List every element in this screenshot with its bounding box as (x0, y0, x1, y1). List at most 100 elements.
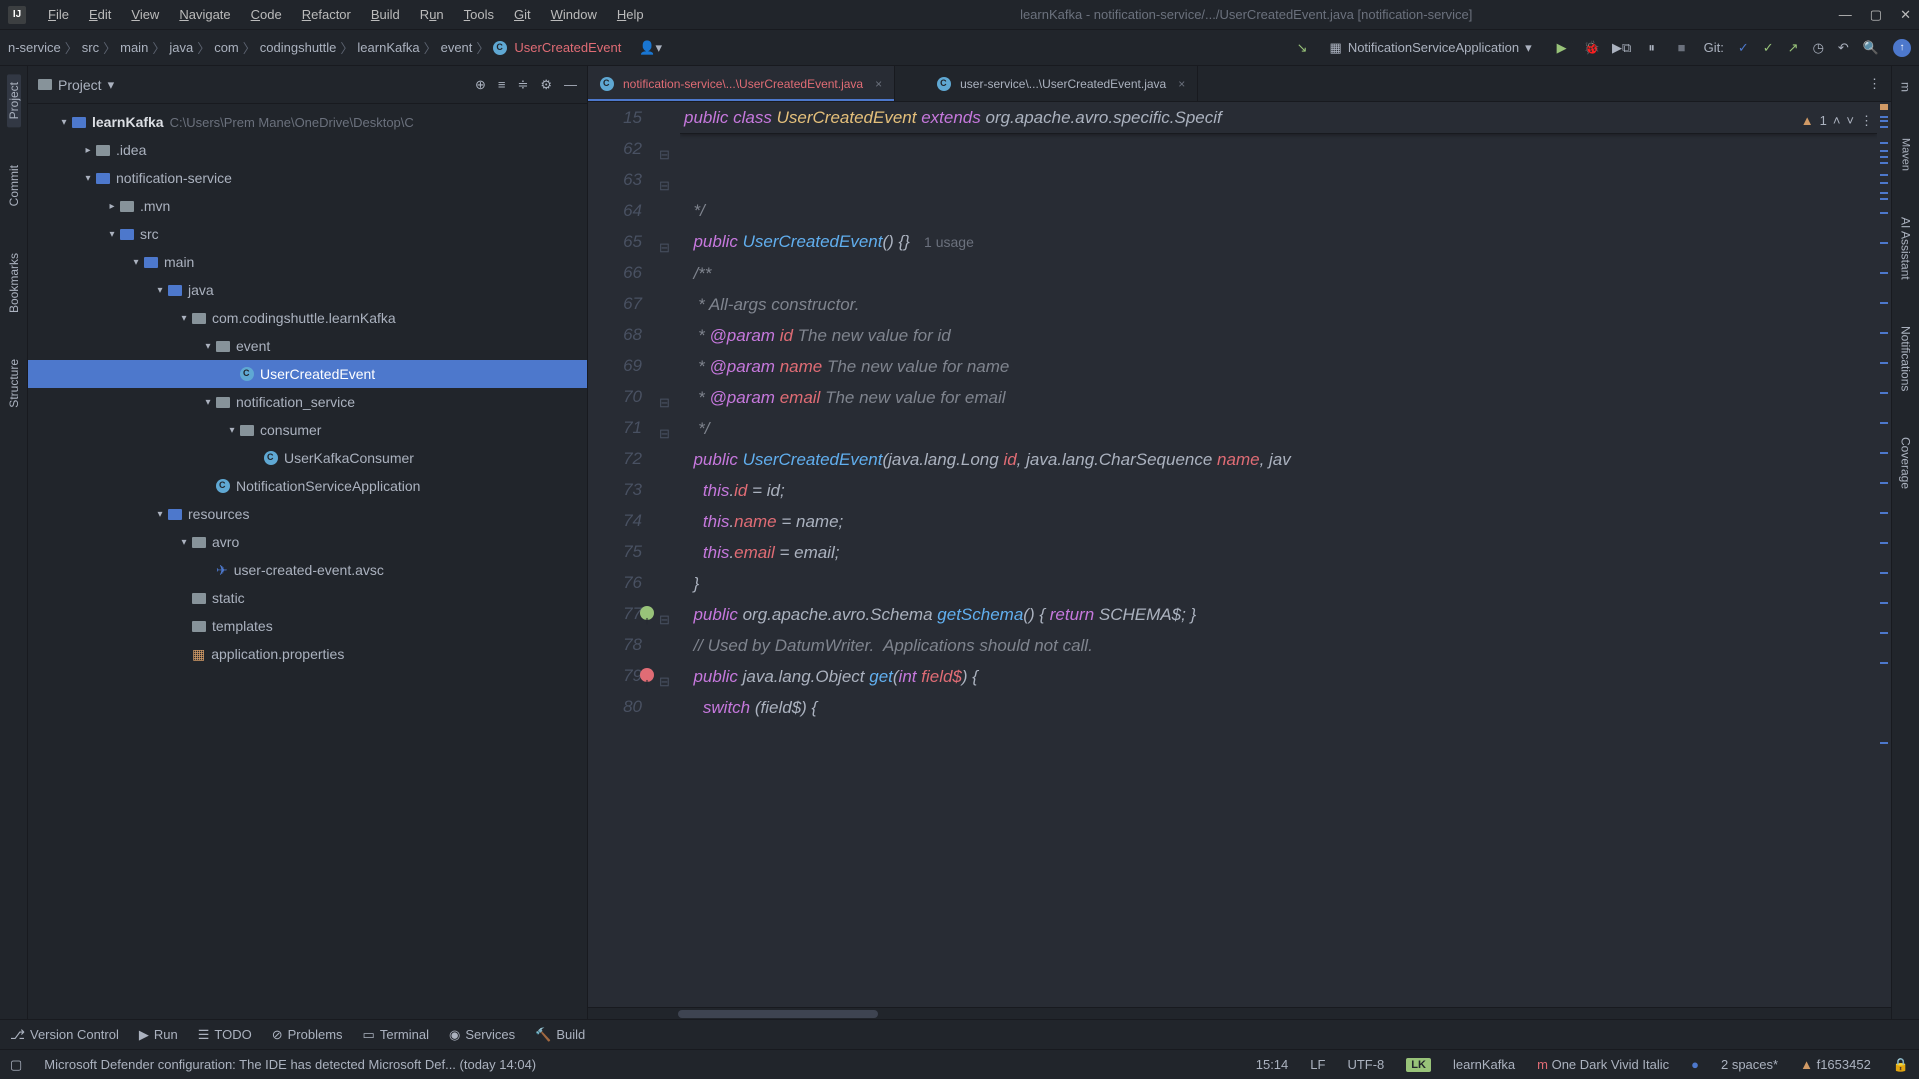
breadcrumb-item[interactable]: n-service (8, 40, 61, 55)
tree-node[interactable]: NotificationServiceApplication (28, 472, 587, 500)
tree-node[interactable]: ▸.mvn (28, 192, 587, 220)
menu-run[interactable]: Run (410, 3, 454, 26)
user-icon[interactable]: 👤▾ (639, 40, 662, 56)
tool-structure[interactable]: Structure (7, 351, 21, 416)
menu-view[interactable]: View (121, 3, 169, 26)
theme-indicator[interactable]: m One Dark Vivid Italic (1537, 1057, 1669, 1072)
git-revision[interactable]: ▲ f1653452 (1800, 1057, 1871, 1072)
tree-node[interactable]: ▦application.properties (28, 640, 587, 668)
cursor-position[interactable]: 15:14 (1256, 1057, 1289, 1072)
stop-button[interactable]: ■ (1674, 40, 1690, 56)
menu-git[interactable]: Git (504, 3, 541, 26)
menu-tools[interactable]: Tools (454, 3, 504, 26)
inspection-menu-icon[interactable]: ⋮ (1860, 105, 1873, 136)
next-highlight-icon[interactable]: ˅ (1846, 105, 1854, 136)
close-button[interactable]: ✕ (1900, 7, 1911, 23)
hide-panel-icon[interactable]: — (564, 77, 577, 93)
menu-code[interactable]: Code (241, 3, 292, 26)
breadcrumb-item[interactable]: learnKafka (357, 40, 419, 55)
breadcrumb-item[interactable]: event (441, 40, 473, 55)
breadcrumb-current[interactable]: UserCreatedEvent (514, 40, 621, 55)
lock-icon[interactable]: 🔒 (1893, 1057, 1909, 1073)
tool-todo[interactable]: ☰TODO (198, 1027, 252, 1043)
run-button[interactable]: ▶ (1554, 40, 1570, 56)
project-tree[interactable]: ▾learnKafkaC:\Users\Prem Mane\OneDrive\D… (28, 104, 587, 1019)
tree-node[interactable]: static (28, 584, 587, 612)
tool-maven[interactable]: m (1899, 74, 1913, 100)
tool-bookmarks[interactable]: Bookmarks (7, 245, 21, 321)
menu-help[interactable]: Help (607, 3, 654, 26)
menu-navigate[interactable]: Navigate (169, 3, 240, 26)
tree-node[interactable]: ▾event (28, 332, 587, 360)
search-icon[interactable]: 🔍 (1863, 40, 1879, 56)
processes-icon[interactable]: ● (1691, 1057, 1699, 1072)
editor-tab[interactable]: user-service\...\UserCreatedEvent.java × (925, 66, 1198, 101)
tree-node[interactable]: ▾avro (28, 528, 587, 556)
chevron-down-icon[interactable]: ▾ (108, 77, 115, 93)
tree-node[interactable]: ▾java (28, 276, 587, 304)
hammer-icon[interactable]: ↘ (1297, 40, 1308, 56)
tree-node[interactable]: templates (28, 612, 587, 640)
breadcrumb-item[interactable]: main (120, 40, 148, 55)
run-config-selector[interactable]: ▦ NotificationServiceApplication ▾ (1322, 38, 1540, 58)
tool-coverage[interactable]: Coverage (1899, 429, 1913, 497)
tree-node[interactable]: ▾src (28, 220, 587, 248)
horizontal-scrollbar[interactable] (588, 1007, 1891, 1019)
close-tab-icon[interactable]: × (875, 77, 882, 91)
line-separator[interactable]: LF (1310, 1057, 1325, 1072)
history-icon[interactable]: ◷ (1813, 40, 1824, 56)
tree-node[interactable]: UserCreatedEvent (28, 360, 587, 388)
tree-node[interactable]: ▾notification-service (28, 164, 587, 192)
tree-node[interactable]: ▾notification_service (28, 388, 587, 416)
breadcrumb-item[interactable]: src (82, 40, 99, 55)
tool-problems[interactable]: ⊘Problems (272, 1027, 343, 1043)
settings-icon[interactable]: ↑ (1893, 39, 1911, 57)
tool-window-toggle-icon[interactable]: ▢ (10, 1057, 22, 1073)
warning-icon[interactable]: ▲ (1801, 105, 1814, 136)
tree-node[interactable]: ▾com.codingshuttle.learnKafka (28, 304, 587, 332)
tool-version-control[interactable]: ⎇Version Control (10, 1027, 119, 1043)
tab-more-icon[interactable]: ⋮ (1868, 76, 1881, 92)
menu-file[interactable]: File (38, 3, 79, 26)
coverage-run-button[interactable]: ▶⧉ (1614, 40, 1630, 56)
panel-settings-icon[interactable]: ⚙ (540, 77, 552, 93)
tree-node[interactable]: ▾resources (28, 500, 587, 528)
tool-services[interactable]: ◉Services (449, 1027, 515, 1043)
tree-node[interactable]: ▾consumer (28, 416, 587, 444)
maximize-button[interactable]: ▢ (1870, 7, 1882, 23)
breadcrumb-item[interactable]: com (214, 40, 239, 55)
locate-icon[interactable]: ⊕ (475, 77, 486, 93)
menu-edit[interactable]: Edit (79, 3, 121, 26)
close-tab-icon[interactable]: × (1178, 77, 1185, 91)
file-encoding[interactable]: UTF-8 (1347, 1057, 1384, 1072)
breadcrumb-item[interactable]: codingshuttle (260, 40, 337, 55)
rollback-icon[interactable]: ↶ (1838, 40, 1849, 56)
code-editor[interactable]: 1562636465666768697071727374757677787980… (588, 102, 1891, 1007)
tree-node[interactable]: ▸.idea (28, 136, 587, 164)
tool-notifications[interactable]: Notifications (1899, 318, 1913, 399)
tool-terminal[interactable]: ▭Terminal (363, 1027, 429, 1043)
tree-node[interactable]: ▾main (28, 248, 587, 276)
project-name[interactable]: learnKafka (1453, 1057, 1515, 1072)
tool-maven-label[interactable]: Maven (1900, 130, 1912, 179)
menu-window[interactable]: Window (541, 3, 607, 26)
tree-node[interactable]: ✈user-created-event.avsc (28, 556, 587, 584)
tool-build[interactable]: 🔨Build (535, 1027, 585, 1043)
git-commit-icon[interactable]: ✓ (1763, 40, 1774, 56)
indent-info[interactable]: 2 spaces* (1721, 1057, 1778, 1072)
debug-button[interactable]: 🐞 (1584, 40, 1600, 56)
error-stripe[interactable] (1877, 102, 1891, 1007)
menu-build[interactable]: Build (361, 3, 410, 26)
prev-highlight-icon[interactable]: ˄ (1833, 105, 1841, 136)
collapse-all-icon[interactable]: ≑ (517, 77, 528, 93)
tree-root[interactable]: ▾learnKafkaC:\Users\Prem Mane\OneDrive\D… (28, 108, 587, 136)
profile-button[interactable]: ⏸ (1644, 40, 1660, 56)
tool-ai-assistant[interactable]: AI Assistant (1899, 209, 1913, 288)
git-push-icon[interactable]: ↗ (1788, 40, 1799, 56)
expand-all-icon[interactable]: ≡ (498, 77, 506, 93)
tree-node[interactable]: UserKafkaConsumer (28, 444, 587, 472)
menu-refactor[interactable]: Refactor (292, 3, 361, 26)
tool-project[interactable]: Project (7, 74, 21, 127)
tool-run[interactable]: ▶Run (139, 1027, 178, 1043)
code-content[interactable]: ▲ 1 ˄ ˅ ⋮ public class UserCreatedEvent … (680, 102, 1877, 1007)
